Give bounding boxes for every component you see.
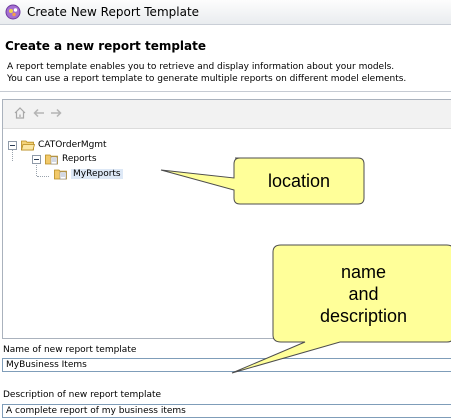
name-field-label: Name of new report template: [3, 345, 137, 355]
location-callout-text: location: [267, 171, 331, 191]
description-line-1: A report template enables you to retriev…: [7, 62, 395, 72]
window-title: Create New Report Template: [27, 5, 200, 19]
tree-item-label: CATOrderMgmt: [38, 140, 107, 150]
tree-item-reports[interactable]: Reports: [32, 152, 97, 166]
open-folder-icon: [21, 140, 35, 151]
callout-line: description: [319, 306, 408, 326]
description-field-label: Description of new report template: [3, 390, 162, 400]
callout-line: and: [348, 284, 379, 304]
tree-item-myreports[interactable]: MyReports: [50, 167, 123, 181]
description-field[interactable]: A complete report of my business items: [2, 404, 451, 418]
tree-item-label: Reports: [62, 154, 97, 164]
description-line-2: You can use a report template to generat…: [7, 74, 407, 84]
home-icon[interactable]: [13, 106, 27, 120]
report-folder-icon: [54, 169, 67, 180]
app-icon: [5, 4, 21, 20]
report-template-dialog: Create New Report Template Create a new …: [0, 0, 451, 420]
name-field[interactable]: MyBusiness Items: [2, 358, 451, 372]
title-bar: Create New Report Template: [0, 0, 451, 25]
forward-arrow-icon[interactable]: [49, 106, 63, 120]
report-folder-icon: [45, 154, 58, 165]
tree-toolbar: [3, 100, 451, 129]
tree-item-label: MyReports: [71, 169, 123, 179]
header-divider: [0, 91, 451, 92]
name-description-callout-text: name and description: [273, 261, 451, 327]
page-title: Create a new report template: [5, 39, 207, 53]
tree-item-catordermgmt[interactable]: CATOrderMgmt: [8, 138, 107, 152]
wizard-header: Create a new report template A report te…: [0, 25, 451, 89]
collapse-toggle[interactable]: [32, 154, 41, 164]
callout-line: name: [340, 262, 387, 282]
tree-connector: [37, 176, 49, 177]
back-arrow-icon[interactable]: [32, 106, 46, 120]
page-description: A report template enables you to retriev…: [7, 61, 406, 85]
collapse-toggle[interactable]: [8, 140, 17, 150]
